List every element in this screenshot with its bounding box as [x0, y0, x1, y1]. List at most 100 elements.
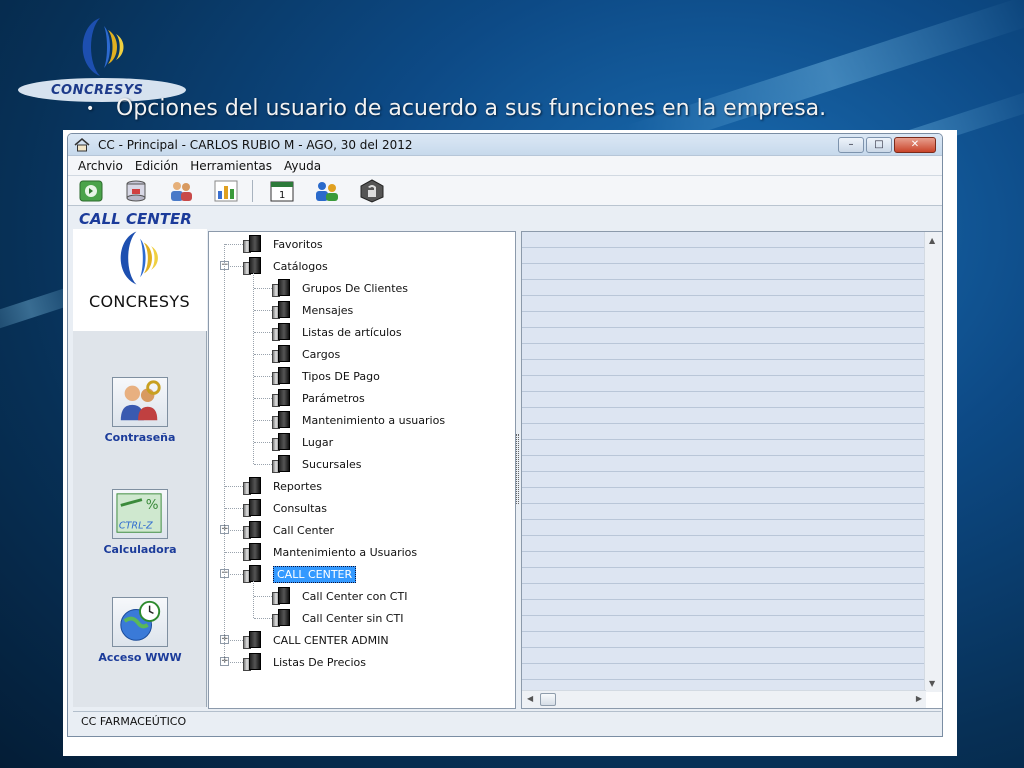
tree-connector — [254, 332, 272, 333]
tree-connector — [254, 618, 272, 619]
database-icon[interactable] — [123, 179, 149, 203]
tree-node[interactable]: Catálogos — [243, 255, 328, 277]
window-controls: – □ ✕ — [838, 136, 936, 153]
folder-book-icon — [243, 565, 261, 583]
tree-node-label: Mantenimiento a Usuarios — [273, 545, 418, 559]
chart-icon[interactable] — [213, 179, 239, 203]
scroll-right-icon[interactable]: ▶ — [916, 694, 922, 703]
tree-node-label: Sucursales — [302, 457, 362, 471]
tree-node[interactable]: Lugar — [272, 431, 333, 453]
tree-connector — [225, 486, 243, 487]
folder-book-icon — [243, 653, 261, 671]
tree-node[interactable]: Cargos — [272, 343, 340, 365]
tree-node[interactable]: Sucursales — [272, 453, 362, 475]
menu-ayuda[interactable]: Ayuda — [284, 159, 321, 173]
pane-splitter[interactable] — [516, 434, 519, 504]
nav-calculator-button[interactable]: % CTRL-Z Calculadora — [73, 489, 207, 556]
vertical-scrollbar[interactable]: ▲ ▼ — [924, 232, 942, 692]
tree-node[interactable]: Mantenimiento a Usuarios — [243, 541, 417, 563]
folder-book-icon — [243, 235, 261, 253]
tree-node-label: Mantenimiento a usuarios — [302, 413, 446, 427]
tree-view[interactable]: Favoritos Catálogos − Grupos De Clientes Men… — [208, 231, 516, 709]
menu-herramientas[interactable]: Herramientas — [190, 159, 272, 173]
tree-connector — [254, 354, 272, 355]
tree-node-label: CALL CENTER — [273, 565, 357, 583]
status-bar: CC FARMACEÚTICO — [73, 711, 941, 733]
nav-web-button[interactable]: Acceso WWW — [73, 597, 207, 664]
tree-node[interactable]: Mantenimiento a usuarios — [272, 409, 445, 431]
horizontal-scroll-thumb[interactable] — [540, 693, 556, 706]
lock-icon[interactable] — [359, 178, 385, 203]
group-icon[interactable] — [314, 179, 340, 203]
tree-connector — [254, 288, 272, 289]
tree-node-label: Reportes — [273, 479, 322, 493]
app-label: CALL CENTER — [79, 210, 192, 228]
tree-node-label: Catálogos — [273, 259, 328, 273]
tree-node[interactable]: Mensajes — [272, 299, 353, 321]
folder-book-icon — [272, 455, 290, 473]
nav-web-label: Acceso WWW — [98, 651, 182, 664]
tree-node[interactable]: Favoritos — [243, 233, 323, 255]
exit-icon[interactable] — [78, 179, 104, 203]
tree-node[interactable]: Grupos De Clientes — [272, 277, 408, 299]
tree-node[interactable]: CALL CENTER ADMIN — [243, 629, 389, 651]
scroll-down-icon[interactable]: ▼ — [929, 679, 935, 688]
folder-book-icon — [272, 301, 290, 319]
folder-book-icon — [243, 257, 261, 275]
tree-node[interactable]: CALL CENTER — [243, 563, 357, 585]
left-logo: CONCRESYS — [73, 229, 207, 331]
tree-branch — [253, 581, 254, 618]
tree-node-label: Listas de artículos — [302, 325, 402, 339]
tree-node-label: Consultas — [273, 501, 327, 515]
folder-book-icon — [243, 521, 261, 539]
svg-text:1: 1 — [279, 190, 285, 201]
tree-connector — [254, 596, 272, 597]
window-title: CC - Principal - CARLOS RUBIO M - AGO, 3… — [98, 137, 413, 152]
tree-branch — [253, 273, 254, 464]
slide-headline: • Opciones del usuario de acuerdo a sus f… — [86, 96, 826, 121]
tree-node[interactable]: Call Center con CTI — [272, 585, 407, 607]
folder-book-icon — [272, 587, 290, 605]
folder-book-icon — [272, 279, 290, 297]
folder-book-icon — [243, 631, 261, 649]
close-button[interactable]: ✕ — [894, 136, 936, 153]
tree-node[interactable]: Call Center sin CTI — [272, 607, 403, 629]
nav-password-label: Contraseña — [104, 431, 176, 444]
grid-rows — [522, 232, 924, 692]
users-icon[interactable] — [168, 179, 194, 203]
folder-book-icon — [243, 477, 261, 495]
tree-node[interactable]: Tipos DE Pago — [272, 365, 380, 387]
minimize-button[interactable]: – — [838, 136, 864, 153]
tree-node-label: Listas De Precios — [273, 655, 366, 669]
detail-grid[interactable]: ▲ ▼ ◀ ▶ — [521, 231, 942, 709]
title-bar[interactable]: CC - Principal - CARLOS RUBIO M - AGO, 3… — [68, 134, 942, 156]
horizontal-scrollbar[interactable]: ◀ ▶ — [522, 690, 926, 708]
folder-book-icon — [272, 389, 290, 407]
slide-logo: CONCRESYS — [18, 10, 188, 102]
toolbar-separator — [252, 179, 253, 202]
calendar-icon[interactable]: 1 — [269, 179, 295, 203]
folder-book-icon — [272, 345, 290, 363]
tree-node[interactable]: Listas De Precios — [243, 651, 366, 673]
menu-archivo[interactable]: Archvio — [78, 159, 123, 173]
tree-node[interactable]: Listas de artículos — [272, 321, 402, 343]
web-access-icon — [112, 597, 168, 647]
tree-node[interactable]: Reportes — [243, 475, 322, 497]
maximize-button[interactable]: □ — [866, 136, 892, 153]
concresys-logo-icon — [82, 18, 124, 76]
menu-edicion[interactable]: Edición — [135, 159, 178, 173]
folder-book-icon — [243, 499, 261, 517]
scroll-left-icon[interactable]: ◀ — [527, 694, 533, 703]
left-nav: CONCRESYS Contraseña % CTRL-Z Calculador… — [73, 229, 207, 707]
tree-node[interactable]: Call Center — [243, 519, 334, 541]
calculator-icon: % CTRL-Z — [112, 489, 168, 539]
folder-book-icon — [272, 411, 290, 429]
nav-password-button[interactable]: Contraseña — [73, 377, 207, 444]
tree-connector — [225, 508, 243, 509]
app-window: CC - Principal - CARLOS RUBIO M - AGO, 3… — [67, 133, 943, 737]
tree-node[interactable]: Consultas — [243, 497, 327, 519]
scroll-up-icon[interactable]: ▲ — [929, 236, 935, 245]
tree-node[interactable]: Parámetros — [272, 387, 365, 409]
nav-calculator-label: Calculadora — [103, 543, 177, 556]
svg-text:%: % — [146, 498, 159, 513]
